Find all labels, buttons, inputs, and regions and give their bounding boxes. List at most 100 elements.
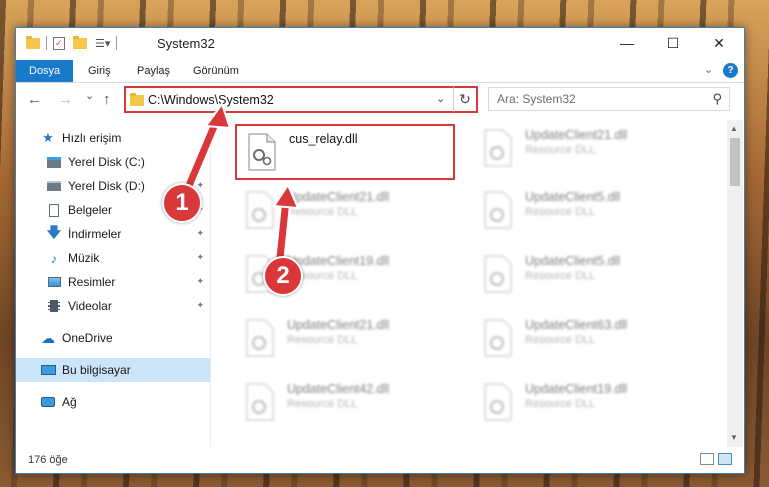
address-path[interactable]: C:\Windows\System32 xyxy=(148,93,274,107)
nav-item-label: Belgeler xyxy=(68,203,113,217)
file-item[interactable]: UpdateClient19.dll Resource DLL xyxy=(473,376,693,432)
file-name: cus_relay.dll xyxy=(289,132,358,146)
folder-icon xyxy=(130,93,144,106)
address-dropdown-button[interactable]: ⌄ xyxy=(436,92,445,105)
search-input[interactable]: Ara: System32 xyxy=(497,92,576,106)
recent-locations-button[interactable]: ⌄ xyxy=(85,89,94,102)
toolbar-divider xyxy=(46,36,47,50)
file-type: Resource DLL xyxy=(287,398,358,410)
file-item[interactable]: UpdateClient21.dll Resource DLL xyxy=(235,184,455,240)
dll-file-icon xyxy=(246,383,274,421)
maximize-button[interactable]: ☐ xyxy=(650,28,696,58)
dll-file-icon xyxy=(484,383,512,421)
nav-item-label: Ağ xyxy=(62,395,77,409)
video-icon xyxy=(46,299,62,313)
music-icon: ♪ xyxy=(50,250,58,266)
dll-file-icon xyxy=(484,319,512,357)
file-item[interactable]: UpdateClient5.dll Resource DLL xyxy=(473,184,693,240)
star-icon: ★ xyxy=(42,130,54,145)
nav-item-network[interactable]: Ağ xyxy=(16,390,210,414)
file-item[interactable]: UpdateClient21.dll Resource DLL xyxy=(473,122,693,178)
search-box[interactable]: Ara: System32 ⚲ xyxy=(488,87,730,111)
dll-file-icon xyxy=(246,319,274,357)
nav-item-label: Yerel Disk (C:) xyxy=(68,155,145,169)
nav-item-label: Hızlı erişim xyxy=(62,131,122,145)
tab-home[interactable]: Giriş xyxy=(88,60,111,82)
cloud-icon: ☁ xyxy=(41,329,55,346)
file-name: UpdateClient63.dll xyxy=(525,318,628,332)
toolbar-divider xyxy=(116,36,118,50)
step-2-badge: 2 xyxy=(263,256,303,296)
nav-item-downloads[interactable]: 🡇 İndirmeler ✦ xyxy=(16,222,210,246)
nav-item-label: Müzik xyxy=(68,251,100,265)
search-icon[interactable]: ⚲ xyxy=(712,91,722,107)
file-type: Resource DLL xyxy=(525,334,596,346)
tab-view[interactable]: Görünüm xyxy=(193,60,239,82)
file-item[interactable]: UpdateClient63.dll Resource DLL xyxy=(473,312,693,368)
computer-icon xyxy=(40,363,56,377)
file-item[interactable]: UpdateClient42.dll Resource DLL xyxy=(235,376,455,432)
nav-item-onedrive[interactable]: ☁ OneDrive xyxy=(16,326,210,350)
folder-icon xyxy=(26,35,40,49)
window-title: System32 xyxy=(157,36,215,51)
nav-item-videos[interactable]: Videolar ✦ xyxy=(16,294,210,318)
details-view-icon[interactable] xyxy=(700,453,714,465)
nav-item-music[interactable]: ♪ Müzik ✦ xyxy=(16,246,210,270)
file-item[interactable]: UpdateClient5.dll Resource DLL xyxy=(473,248,693,304)
pin-icon[interactable]: ✦ xyxy=(196,180,204,191)
network-icon xyxy=(40,395,56,409)
file-type: Resource DLL xyxy=(287,334,358,346)
drive-icon xyxy=(46,155,62,169)
close-button[interactable]: ✕ xyxy=(696,28,742,58)
navigation-pane: ★ Hızlı erişim Yerel Disk (C:) Yerel Dis… xyxy=(16,120,211,447)
scroll-down-icon[interactable]: ▼ xyxy=(730,433,738,442)
scrollbar-thumb[interactable] xyxy=(730,138,740,186)
customize-toolbar-icon[interactable]: ☰▾ xyxy=(95,37,110,50)
back-button[interactable]: ← xyxy=(27,91,42,108)
title-bar: ✓ ☰▾ System32 — ☐ ✕ xyxy=(16,28,744,60)
file-item[interactable]: UpdateClient21.dll Resource DLL xyxy=(235,312,455,368)
new-folder-icon[interactable] xyxy=(73,35,87,49)
nav-item-label: Yerel Disk (D:) xyxy=(68,179,145,193)
large-icons-view-icon[interactable] xyxy=(718,453,732,465)
nav-item-label: İndirmeler xyxy=(68,227,122,241)
quick-access-toolbar: ✓ ☰▾ xyxy=(26,35,123,50)
properties-icon[interactable]: ✓ xyxy=(53,36,65,50)
tab-file[interactable]: Dosya xyxy=(16,60,74,82)
scroll-up-icon[interactable]: ▲ xyxy=(730,124,738,133)
file-name: UpdateClient21.dll xyxy=(287,190,390,204)
download-icon: 🡇 xyxy=(46,224,62,240)
nav-item-label: Bu bilgisayar xyxy=(62,363,131,377)
nav-item-quick-access[interactable]: ★ Hızlı erişim xyxy=(16,126,210,150)
file-type: Resource DLL xyxy=(525,398,596,410)
step-1-badge: 1 xyxy=(162,183,202,223)
nav-item-pictures[interactable]: Resimler ✦ xyxy=(16,270,210,294)
nav-item-local-disk-c[interactable]: Yerel Disk (C:) xyxy=(16,150,210,174)
dll-file-icon xyxy=(246,191,274,229)
pin-icon[interactable]: ✦ xyxy=(196,300,204,311)
forward-button[interactable]: → xyxy=(58,91,73,108)
dll-file-icon xyxy=(484,255,512,293)
tab-share[interactable]: Paylaş xyxy=(137,60,170,82)
file-name: UpdateClient19.dll xyxy=(525,382,628,396)
minimize-button[interactable]: — xyxy=(604,28,650,58)
file-type: Resource DLL xyxy=(525,206,596,218)
file-name: UpdateClient21.dll xyxy=(525,128,628,142)
file-name: UpdateClient42.dll xyxy=(287,382,390,396)
file-name: UpdateClient5.dll xyxy=(525,254,621,268)
help-icon[interactable]: ? xyxy=(723,63,738,78)
up-button[interactable]: ↑ xyxy=(103,91,111,108)
vertical-scrollbar[interactable]: ▲ ▼ xyxy=(727,120,743,447)
nav-item-this-pc[interactable]: Bu bilgisayar xyxy=(16,358,210,382)
file-item-selected[interactable]: cus_relay.dll xyxy=(235,124,455,180)
dll-file-icon xyxy=(248,133,276,171)
address-bar[interactable]: C:\Windows\System32 ⌄ xyxy=(124,86,474,113)
refresh-button[interactable]: ↻ xyxy=(453,86,478,113)
chevron-down-icon[interactable]: ⌄ xyxy=(704,63,713,76)
file-name: UpdateClient19.dll xyxy=(287,254,390,268)
nav-item-label: Resimler xyxy=(68,275,116,289)
pin-icon[interactable]: ✦ xyxy=(196,228,204,239)
pin-icon[interactable]: ✦ xyxy=(196,276,204,287)
pin-icon[interactable]: ✦ xyxy=(196,252,204,263)
documents-icon xyxy=(46,203,62,217)
